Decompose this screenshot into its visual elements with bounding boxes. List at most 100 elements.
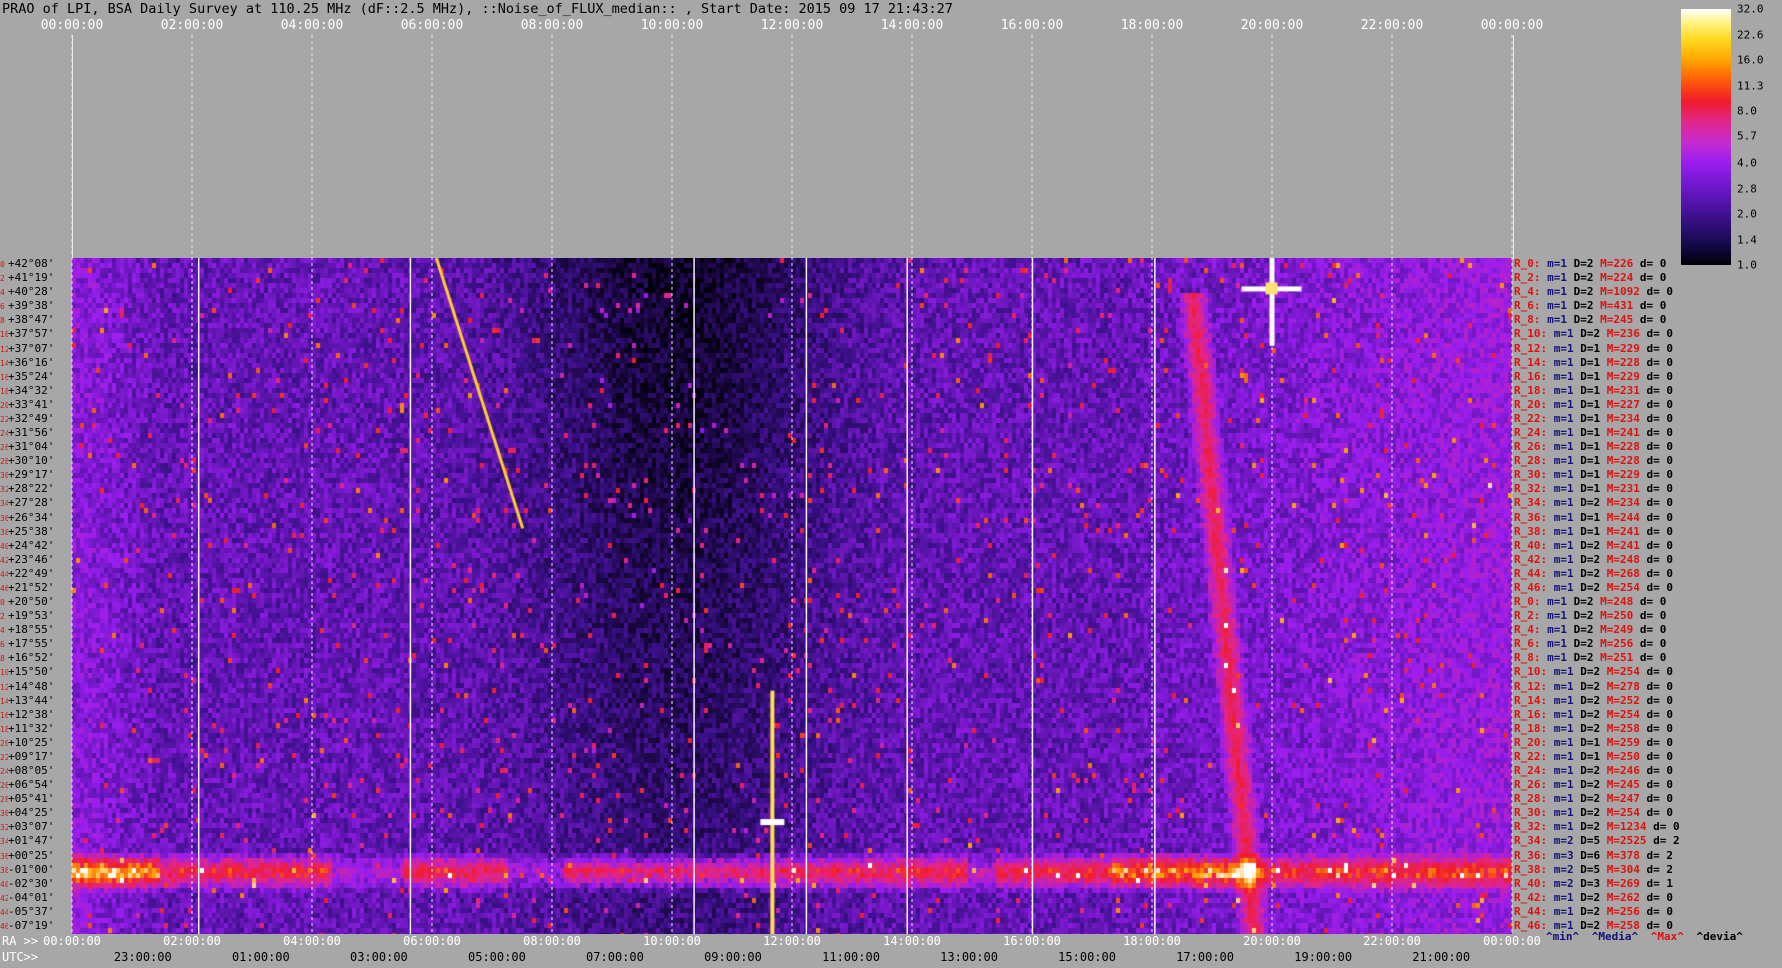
row-stat-field: d= 0: [1639, 426, 1673, 439]
declination-value: +29°17': [8, 468, 55, 483]
row-stat: R_40: m=2 D=3 M=269 d= 1: [1514, 877, 1673, 891]
declination-value: -05°37': [8, 904, 55, 919]
row-stat-field: d= 0: [1639, 440, 1673, 454]
row-stat: R_14: m=1 D=2 M=252 d= 0: [1514, 694, 1673, 708]
row-stat-field: m=1: [1547, 482, 1574, 496]
row-index: 36: [0, 513, 10, 523]
row-stat: R_12: m=1 D=1 M=229 d= 0: [1514, 342, 1673, 356]
declination-value: -01°00': [8, 862, 55, 877]
row-stat-field: d= 0: [1639, 665, 1673, 679]
row-stat: R_30: m=1 D=1 M=229 d= 0: [1514, 468, 1673, 482]
row-stat-field: d= 0: [1639, 806, 1673, 820]
row-index: 22: [0, 752, 10, 762]
row-stat: R_40: m=1 D=2 M=241 d= 0: [1514, 539, 1673, 553]
row-stat-field: d= 0: [1639, 721, 1673, 735]
row-index: 32: [0, 485, 10, 495]
row-stat-field: D=1: [1573, 440, 1601, 454]
row-stat-field: M=241: [1600, 426, 1640, 439]
declination-label: 44-05°37': [0, 904, 55, 919]
row-stat-field: D=2: [1573, 327, 1601, 341]
ra-axis-tick: 18:00:00: [1123, 934, 1181, 948]
row-stat-field: M=251: [1593, 651, 1634, 665]
row-stat-field: m=1: [1547, 806, 1574, 820]
row-stat-field: d= 0: [1639, 580, 1673, 594]
row-stat-field: d= 2: [1639, 862, 1673, 876]
row-stat-field: M=234: [1600, 496, 1640, 510]
declination-label: 42-04°01': [0, 890, 55, 905]
row-stat-field: M=254: [1600, 665, 1640, 679]
row-stat-field: D=2: [1573, 665, 1601, 679]
declination-value: +34°32': [8, 383, 55, 398]
declination-label: 20+33°41': [0, 397, 55, 412]
declination-value: +26°34': [8, 510, 55, 525]
row-stat-field: R_10:: [1514, 327, 1548, 341]
row-stat-field: R_18:: [1514, 383, 1548, 397]
row-stat-field: M=234: [1600, 411, 1640, 425]
row-stat-field: D=2: [1567, 271, 1594, 285]
declination-value: +31°04': [8, 440, 55, 455]
declination-label: 46-07°19': [0, 918, 55, 933]
row-stat-field: m=1: [1547, 468, 1574, 482]
declination-value: +32°49': [8, 411, 55, 426]
row-stat-field: M=254: [1600, 707, 1640, 721]
declination-axis: 0 +42°08' 2 +41°19' 4 +40°28' 6 +39°38' 8 +38°47'…: [0, 257, 72, 934]
row-index: 12: [0, 344, 10, 354]
row-stat: R_24: m=1 D=2 M=246 d= 0: [1514, 764, 1673, 778]
row-stat-field: R_4:: [1514, 285, 1541, 299]
row-stat: R_26: m=1 D=2 M=245 d= 0: [1514, 778, 1673, 792]
row-stat-field: R_38:: [1514, 524, 1548, 538]
row-index: 44: [0, 569, 10, 579]
row-stat-field: M=256: [1593, 637, 1634, 651]
row-stat-field: D=5: [1573, 834, 1601, 848]
declination-label: 2 +41°19': [0, 271, 55, 286]
row-index: 30: [0, 809, 10, 819]
declination-label: 40-02°30': [0, 876, 55, 891]
row-stat: R_42: m=1 D=2 M=262 d= 0: [1514, 891, 1673, 905]
row-stat-field: d= 0: [1633, 271, 1667, 285]
colorbar-tick-label: 8.0: [1737, 104, 1757, 118]
row-stat-field: D=1: [1573, 510, 1601, 524]
row-stat-field: D=1: [1573, 454, 1601, 468]
utc-axis-label: UTC>>: [2, 950, 39, 964]
row-stat: R_14: m=1 D=1 M=228 d= 0: [1514, 356, 1673, 370]
declination-value: +12°38': [8, 707, 55, 722]
row-stat-field: d= 0: [1639, 397, 1673, 411]
ra-axis-tick: 12:00:00: [763, 934, 821, 948]
row-stat-field: d= 0: [1633, 299, 1667, 313]
declination-label: 8 +38°47': [0, 313, 55, 328]
row-stat-field: M=268: [1600, 566, 1640, 580]
row-stat-field: R_30:: [1514, 806, 1548, 820]
declination-value: +27°28': [8, 496, 55, 511]
row-stat: R_10: m=1 D=2 M=236 d= 0: [1514, 327, 1673, 341]
declination-value: +40°28': [8, 285, 55, 300]
row-stat-field: D=2: [1573, 566, 1601, 580]
row-stat-field: m=1: [1547, 792, 1574, 806]
row-index: 2: [0, 274, 5, 284]
declination-label: 28+30°10': [0, 454, 55, 469]
colorbar-gradient: [1681, 9, 1731, 265]
declination-label: 22+32°49': [0, 411, 55, 426]
row-stat-field: d= 2: [1646, 834, 1680, 848]
row-stat-field: m=1: [1547, 538, 1574, 552]
colorbar: 32.0 22.6 16.0 11.3 8.0 5.7 4.0 2.8 2.0 1.4 1.0: [1681, 3, 1764, 272]
row-index: 34: [0, 499, 10, 509]
row-stat-field: m=1: [1547, 693, 1574, 707]
row-stat-field: d= 0: [1639, 285, 1673, 299]
row-stat-field: m=1: [1540, 637, 1567, 651]
row-stat-field: D=2: [1573, 820, 1601, 834]
row-stat-field: R_0:: [1514, 257, 1541, 270]
row-index: 28: [0, 457, 10, 467]
row-stat: R_36: m=3 D=6 M=378 d= 2: [1514, 849, 1673, 863]
declination-value: +10°25': [8, 735, 55, 750]
row-index: 12: [0, 682, 10, 692]
declination-value: +37°57': [8, 327, 55, 342]
row-index: 14: [0, 696, 10, 706]
declination-label: 10+15°50': [0, 665, 55, 680]
row-stat-field: m=1: [1547, 721, 1574, 735]
declination-label: 44+22°49': [0, 566, 55, 581]
utc-axis-tick: 21:00:00: [1412, 950, 1471, 964]
row-stat-field: d= 0: [1633, 623, 1667, 637]
row-stat-field: d= 0: [1639, 383, 1673, 397]
row-stat: R_10: m=1 D=2 M=254 d= 0: [1514, 665, 1673, 679]
row-stat-field: M=247: [1600, 792, 1640, 806]
